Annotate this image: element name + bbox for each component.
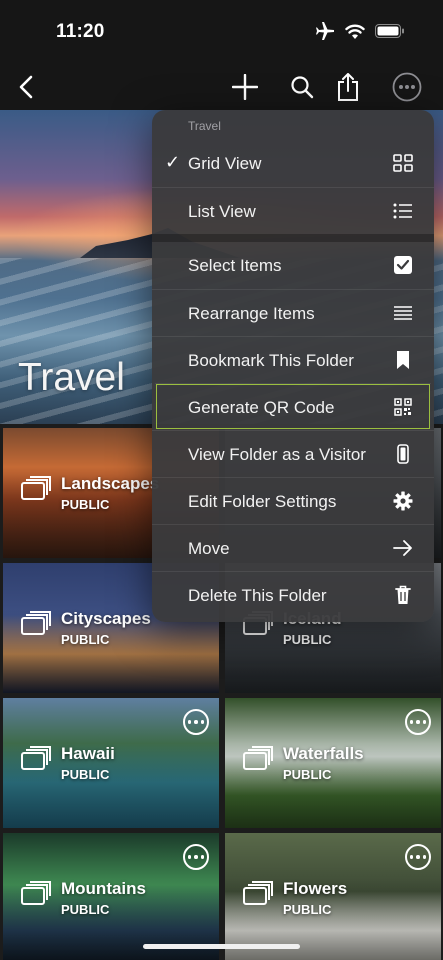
menu-item-label: Delete This Folder (188, 586, 327, 605)
folder-name: Mountains (61, 879, 146, 898)
menu-item-label: View Folder as a Visitor (188, 445, 366, 464)
dot-icon (194, 855, 198, 859)
folder-stack-icon (243, 881, 273, 905)
folder-options-button[interactable] (405, 709, 431, 735)
dot-icon (187, 855, 192, 859)
status-icons (315, 22, 405, 40)
status-time: 11:20 (56, 21, 105, 42)
trash-icon (392, 584, 414, 606)
menu-section-divider (152, 234, 434, 242)
plus-icon (232, 74, 258, 100)
menu-item-rearrange-items[interactable]: Rearrange Items (152, 289, 434, 336)
ellipsis-circle-icon (392, 72, 422, 102)
search-icon (291, 76, 314, 99)
checkmark-icon: ✓ (165, 152, 181, 172)
folder-stack-icon (21, 476, 51, 500)
grid-icon (392, 152, 414, 174)
folder-options-menu: Travel ✓ Grid View List View Select Item… (152, 110, 434, 622)
folder-stack-icon (21, 881, 51, 905)
chevron-left-icon (19, 75, 33, 99)
checkbox-icon (392, 254, 414, 276)
dot-icon (194, 720, 198, 724)
menu-item-label: Bookmark This Folder (188, 351, 354, 370)
menu-item-label: Generate QR Code (188, 398, 335, 417)
menu-item-grid-view[interactable]: ✓ Grid View (152, 140, 434, 187)
folder-name: Cityscapes (61, 609, 151, 628)
folder-visibility: PUBLIC (61, 767, 110, 782)
folder-visibility: PUBLIC (283, 632, 332, 647)
arrow-right-icon (392, 537, 414, 559)
folder-options-button[interactable] (405, 844, 431, 870)
folder-visibility: PUBLIC (61, 902, 110, 917)
folder-tile-mountains[interactable]: Mountains PUBLIC (3, 833, 219, 960)
folder-visibility: PUBLIC (283, 767, 332, 782)
dot-icon (422, 855, 427, 859)
menu-item-edit-folder-settings[interactable]: Edit Folder Settings (152, 477, 434, 524)
menu-item-label: Select Items (188, 256, 282, 275)
share-button[interactable] (328, 67, 368, 107)
search-button[interactable] (282, 67, 322, 107)
folder-options-button[interactable] (183, 844, 209, 870)
dot-icon (187, 720, 192, 724)
folder-visibility: PUBLIC (61, 497, 110, 512)
menu-item-generate-qr-code[interactable]: Generate QR Code (155, 383, 431, 430)
dot-icon (200, 720, 205, 724)
qr-code-icon (392, 396, 414, 418)
folder-stack-icon (21, 746, 51, 770)
menu-item-move[interactable]: Move (152, 524, 434, 571)
status-bar: 11:20 (0, 0, 443, 64)
reorder-icon (392, 302, 414, 324)
folder-name: Flowers (283, 879, 348, 898)
folder-stack-icon (243, 746, 273, 770)
share-icon (338, 73, 358, 101)
home-indicator[interactable] (143, 944, 300, 949)
menu-item-label: Rearrange Items (188, 304, 315, 323)
navigation-bar (0, 64, 443, 110)
menu-item-select-items[interactable]: Select Items (152, 242, 434, 289)
bookmark-icon (392, 349, 414, 371)
folder-visibility: PUBLIC (283, 902, 332, 917)
folder-stack-icon (21, 611, 51, 635)
gear-icon (392, 490, 414, 512)
menu-item-bookmark-folder[interactable]: Bookmark This Folder (152, 336, 434, 383)
folder-name: Waterfalls (283, 744, 364, 763)
menu-item-list-view[interactable]: List View (152, 187, 434, 234)
menu-item-delete-folder[interactable]: Delete This Folder (152, 571, 434, 618)
add-button[interactable] (225, 67, 265, 107)
menu-item-label: Grid View (188, 154, 262, 173)
folder-visibility: PUBLIC (61, 632, 110, 647)
folder-tile-flowers[interactable]: Flowers PUBLIC (225, 833, 441, 960)
battery-icon (375, 24, 404, 38)
folder-title: Travel (18, 356, 125, 399)
dot-icon (422, 720, 427, 724)
folder-name: Hawaii (61, 744, 115, 763)
folder-tile-hawaii[interactable]: Hawaii PUBLIC (3, 698, 219, 828)
folder-name: Landscapes (61, 474, 160, 493)
back-button[interactable] (6, 67, 46, 107)
list-icon (392, 200, 414, 222)
more-options-button[interactable] (387, 67, 427, 107)
dot-icon (409, 720, 414, 724)
menu-header: Travel (188, 119, 221, 133)
airplane-icon (316, 22, 334, 40)
phone-icon (392, 443, 414, 465)
folder-options-button[interactable] (183, 709, 209, 735)
dot-icon (200, 855, 205, 859)
dot-icon (416, 855, 420, 859)
menu-item-label: Edit Folder Settings (188, 492, 337, 511)
dot-icon (409, 855, 414, 859)
menu-item-view-as-visitor[interactable]: View Folder as a Visitor (152, 430, 434, 477)
wifi-icon (345, 24, 365, 39)
dot-icon (416, 720, 420, 724)
menu-item-label: Move (188, 539, 230, 558)
folder-tile-waterfalls[interactable]: Waterfalls PUBLIC (225, 698, 441, 828)
menu-item-label: List View (188, 202, 256, 221)
